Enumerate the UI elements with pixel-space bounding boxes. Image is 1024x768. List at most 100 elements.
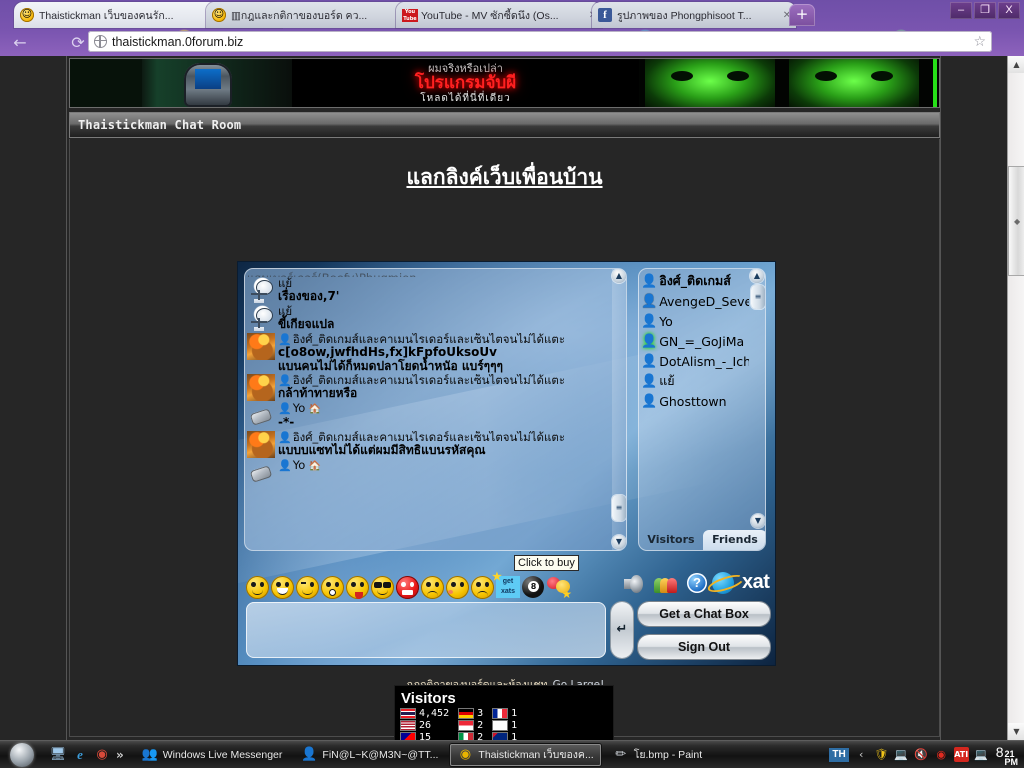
page-scroll-down-button[interactable]: ▼ <box>1008 723 1024 740</box>
section-header: Thaistickman Chat Room <box>69 112 940 138</box>
address-bar-url: thaistickman.0forum.biz <box>112 34 244 49</box>
screen: ☺ Thaistickman เว็บของคนรัก... ☺ ▥กฎและก… <box>0 0 1024 768</box>
media-player-icon[interactable]: ◉ <box>94 747 110 763</box>
sign-out-button[interactable]: Sign Out <box>638 635 770 659</box>
flag-row: 26 <box>401 720 449 731</box>
monitor-icon[interactable]: 💻 <box>974 747 989 762</box>
get-xats-label-top: get <box>502 578 514 585</box>
taskbar-button-messenger[interactable]: 👥 Windows Live Messenger <box>135 744 290 766</box>
taskbar-button-paint[interactable]: ✏ โย.bmp - Paint <box>606 744 709 766</box>
show-desktop-icon[interactable]: 🖥 <box>50 747 67 763</box>
close-button[interactable]: X <box>998 2 1020 19</box>
user-list-item[interactable]: 👤 Ghosttown <box>641 391 749 411</box>
wink-emoticon[interactable] <box>296 575 319 599</box>
user-list-scrollbar[interactable]: ▲ ≡ ▼ <box>750 269 765 550</box>
chat-input[interactable] <box>246 602 606 658</box>
angry-emoticon[interactable] <box>396 575 419 599</box>
page-scroll-up-button[interactable]: ▲ <box>1008 56 1024 73</box>
user-name: แย้ <box>659 373 675 388</box>
network-icon[interactable]: 💻 <box>894 747 909 762</box>
user-scroll-down-button[interactable]: ▼ <box>751 514 765 528</box>
quick-launch-bar: 🖥 e ◉ » <box>44 747 130 763</box>
speaker-icon[interactable] <box>624 575 644 593</box>
start-button[interactable] <box>0 742 44 768</box>
shield-icon[interactable]: 🛡 <box>874 747 889 762</box>
get-a-chat-box-button[interactable]: Get a Chat Box <box>638 602 770 626</box>
page-scroll-thumb[interactable]: ◆ <box>1008 166 1024 276</box>
xat-logo[interactable]: xat <box>705 570 775 596</box>
people-icon[interactable] <box>654 573 678 593</box>
volume-muted-icon[interactable]: 🔇 <box>914 747 929 762</box>
surprised-emoticon[interactable] <box>321 575 344 599</box>
internet-explorer-icon[interactable]: e <box>72 747 88 763</box>
user-list-item[interactable]: 👤 อิงศ์_ติดเกมส์ <box>641 271 749 291</box>
chat-scroll-thumb[interactable]: ≡ <box>612 495 626 521</box>
user-list-item[interactable]: 👤 Yo <box>641 311 749 331</box>
messenger-icon: 👥 <box>141 747 158 762</box>
get-xats-icon[interactable]: get xats <box>492 572 520 598</box>
user-list-item[interactable]: 👤 DotAlism_-_Ich <box>641 351 749 371</box>
page-scrollbar[interactable]: ▲ ◆ ▼ <box>1007 56 1024 740</box>
tab-title: YouTube - MV ซักซี้ดนึง (Os... <box>421 9 559 22</box>
tab-friends[interactable]: Friends <box>703 530 765 550</box>
chat-message: 👤อิงศ์_ติดเกมส์และคาเมนไรเดอร์และเซ็นไตจ… <box>247 430 610 459</box>
section-title: Thaistickman Chat Room <box>78 118 242 132</box>
back-button[interactable]: ← <box>6 28 34 56</box>
chat-scroll-down-button[interactable]: ▼ <box>612 535 626 549</box>
bookmark-star-icon[interactable]: ☆ <box>973 34 986 50</box>
chat-scroll-up-button[interactable]: ▲ <box>612 269 626 283</box>
banner-ad[interactable]: ผมจริงหรือเปล่า โปรแกรมจับผี โหลดได้ที่น… <box>69 58 940 108</box>
fire-avatar <box>247 430 275 458</box>
tab-title: รูปภาพของ Phongphisoot T... <box>617 9 752 22</box>
party-emoticon[interactable] <box>546 576 572 601</box>
quick-launch-chevron[interactable]: » <box>116 748 124 762</box>
tongue-emoticon[interactable] <box>346 575 369 599</box>
forum-page: ผมจริงหรือเปล่า โปรแกรมจับผี โหลดได้ที่น… <box>66 56 941 768</box>
user-icon: 👤 <box>641 333 658 349</box>
language-indicator[interactable]: TH <box>829 747 849 762</box>
sad-emoticon[interactable] <box>471 575 494 599</box>
page-title-link[interactable]: แลกลิงค์เว็บเพื่อนบ้าน <box>406 165 602 189</box>
chat-scrollbar[interactable]: ▲ ≡ ▼ <box>612 269 626 550</box>
flag-count: 1 <box>511 719 518 731</box>
help-icon[interactable]: ? <box>687 573 707 593</box>
flag-counter-title: Visitors <box>401 690 456 707</box>
user-name: DotAlism_-_Ich <box>659 353 749 369</box>
flag-count: 1 <box>511 707 518 719</box>
chat-message-text: กล้าท้าทายหรือ <box>278 386 358 400</box>
browser-tab-4[interactable]: f รูปภาพของ Phongphisoot T... ✕ <box>592 2 796 28</box>
xat-wordmark: xat <box>742 571 770 593</box>
globe-icon <box>94 35 107 48</box>
ati-icon[interactable]: ATI <box>953 747 969 762</box>
user-scroll-up-button[interactable]: ▲ <box>750 269 764 283</box>
cool-emoticon[interactable] <box>371 575 394 599</box>
blush-emoticon[interactable] <box>446 575 469 599</box>
user-list-item[interactable]: 👤 GN_=_GoJiMa <box>641 331 749 351</box>
chat-message-pane[interactable]: แฮมเบอร์เกอร์(Beefy)Phugmien แย้ เรื่องข… <box>244 268 627 551</box>
send-button[interactable]: ↵ <box>611 602 633 658</box>
grin-emoticon[interactable] <box>271 575 294 599</box>
user-scroll-thumb[interactable]: ≡ <box>751 285 765 309</box>
new-tab-button[interactable]: + <box>789 4 815 26</box>
page-title: แลกลิงค์เว็บเพื่อนบ้าน <box>70 161 939 194</box>
taskbar-clock[interactable]: 8 21 PM <box>994 744 1018 767</box>
tab-visitors[interactable]: Visitors <box>639 530 703 550</box>
taskbar-button-chrome[interactable]: ◉ Thaistickman เว็บของค... <box>450 743 601 766</box>
browser-tab-2[interactable]: ☺ ▥กฎและกติกาของบอร์ด คว... ✕ <box>206 2 418 28</box>
user-icon: 👤 <box>641 273 658 289</box>
confused-emoticon[interactable] <box>421 575 444 599</box>
banner-line-3: โหลดได้ที่นี่ที่เดียว <box>420 92 511 104</box>
user-list-item[interactable]: 👤 แย้ <box>641 371 749 391</box>
opera-icon[interactable]: ◉ <box>934 747 949 762</box>
smile-emoticon[interactable] <box>246 575 269 599</box>
minimize-button[interactable]: – <box>950 2 972 19</box>
browser-tab-3[interactable]: YouTube YouTube - MV ซักซี้ดนึง (Os... ✕ <box>396 2 602 28</box>
taskbar-button-contact[interactable]: 👤 FiN@L~K@M3N~@TT... <box>294 744 445 766</box>
eightball-icon[interactable]: 8 <box>522 576 544 598</box>
chat-message: 👤อิงศ์_ติดเกมส์และคาเมนไรเดอร์และเซ็นไตจ… <box>247 333 610 374</box>
tray-chevron-icon[interactable]: ‹ <box>854 747 869 762</box>
fire-avatar <box>247 333 275 360</box>
address-bar[interactable]: thaistickman.0forum.biz ☆ <box>88 31 992 52</box>
maximize-button[interactable]: ❐ <box>974 2 996 19</box>
user-list-item[interactable]: 👤 AvengeD_Seve <box>641 291 749 311</box>
